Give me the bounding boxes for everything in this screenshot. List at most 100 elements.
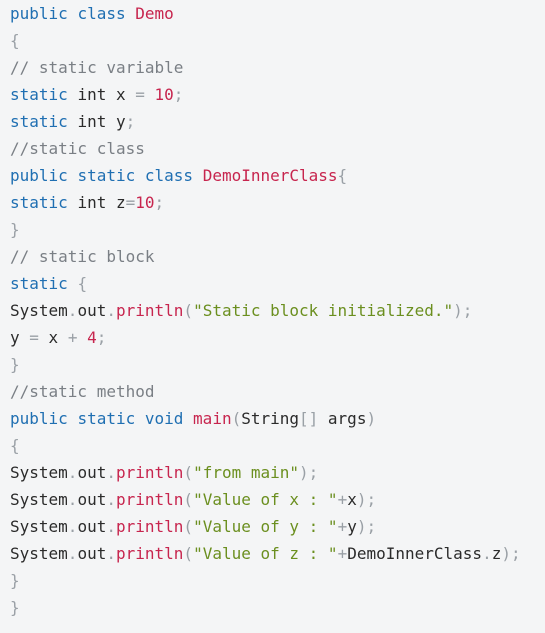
code-token: static: [10, 193, 68, 212]
code-token: "Value of z : ": [193, 544, 338, 563]
code-token: static: [77, 409, 136, 428]
code-token: (: [231, 409, 242, 428]
code-token: int: [77, 193, 107, 212]
code-token: .: [67, 544, 78, 563]
code-token: System: [10, 517, 68, 536]
code-block: public class Demo { // static variable stat…: [0, 0, 545, 633]
code-token: "from main": [193, 463, 300, 482]
code-token: +: [337, 517, 348, 536]
code-token: (: [183, 544, 194, 563]
code-line: // static variable: [10, 54, 545, 81]
code-token: y: [10, 328, 30, 347]
code-line: public static void main(String[] args): [10, 405, 545, 432]
code-token: DemoInnerClass: [202, 166, 338, 185]
code-line: }: [10, 567, 545, 594]
code-token: .: [106, 301, 116, 320]
code-token: );: [299, 463, 319, 482]
code-token: .: [67, 301, 78, 320]
code-token: =: [29, 328, 39, 347]
code-line: System.out.println("Value of z : "+DemoI…: [10, 540, 545, 567]
code-line: {: [10, 432, 545, 459]
code-token: ;: [173, 85, 184, 104]
code-token: );: [356, 517, 377, 536]
code-token: // static variable: [10, 58, 184, 77]
code-token: public: [10, 166, 68, 185]
code-line: }: [10, 216, 545, 243]
code-token: class: [144, 166, 194, 185]
code-token: {: [77, 274, 88, 293]
code-token: y: [106, 112, 126, 131]
code-token: =: [135, 85, 145, 104]
code-token: .: [67, 517, 78, 536]
code-line: //static class: [10, 135, 545, 162]
code-token: .: [106, 544, 116, 563]
code-token: System: [10, 301, 68, 320]
code-token: out: [77, 544, 107, 563]
code-line: static int z=10;: [10, 189, 545, 216]
code-token: {: [337, 166, 348, 185]
code-token: void: [144, 409, 184, 428]
code-token: 4: [87, 328, 97, 347]
code-token: 10: [135, 193, 155, 212]
code-token: (: [183, 301, 194, 320]
code-line: y = x + 4;: [10, 324, 545, 351]
code-token: static: [10, 274, 68, 293]
code-token: +: [67, 328, 78, 347]
code-line: public static class DemoInnerClass{: [10, 162, 545, 189]
code-token: (: [183, 517, 194, 536]
code-token: []: [299, 409, 319, 428]
code-token: static: [77, 166, 136, 185]
code-token: z: [491, 544, 502, 563]
code-token: Demo: [135, 4, 174, 23]
code-token: (: [183, 490, 194, 509]
code-token: main: [193, 409, 232, 428]
code-token: );: [501, 544, 521, 563]
code-line: //static method: [10, 378, 545, 405]
code-token: ;: [125, 112, 136, 131]
code-token: (: [183, 463, 194, 482]
code-token: ;: [96, 328, 107, 347]
code-token: String: [241, 409, 300, 428]
code-token: .: [106, 490, 116, 509]
code-token: );: [356, 490, 377, 509]
code-token: println: [115, 544, 184, 563]
code-token: +: [337, 490, 348, 509]
code-token: System: [10, 544, 68, 563]
code-token: }: [10, 355, 20, 374]
code-line: System.out.println("from main");: [10, 459, 545, 486]
code-token: +: [337, 544, 348, 563]
code-line: }: [10, 351, 545, 378]
code-token: out: [77, 463, 107, 482]
code-line: }: [10, 594, 545, 621]
code-token: static: [10, 112, 68, 131]
code-token: out: [77, 517, 107, 536]
code-token: "Value of x : ": [193, 490, 338, 509]
code-token: //static method: [10, 382, 155, 401]
code-token: .: [67, 463, 78, 482]
code-token: x: [106, 85, 136, 104]
code-line: static int y;: [10, 108, 545, 135]
code-token: // static block: [10, 247, 155, 266]
code-token: {: [10, 31, 20, 50]
code-token: .: [67, 490, 78, 509]
code-token: println: [115, 517, 184, 536]
code-token: {: [10, 436, 20, 455]
code-token: ;: [154, 193, 165, 212]
code-token: int: [77, 112, 107, 131]
code-token: DemoInnerClass: [347, 544, 483, 563]
code-token: args: [318, 409, 367, 428]
code-line: {: [10, 27, 545, 54]
code-token: ): [366, 409, 377, 428]
code-line: System.out.println("Value of x : "+x);: [10, 486, 545, 513]
code-token: }: [10, 220, 20, 239]
code-token: public: [10, 4, 68, 23]
code-token: out: [77, 301, 107, 320]
